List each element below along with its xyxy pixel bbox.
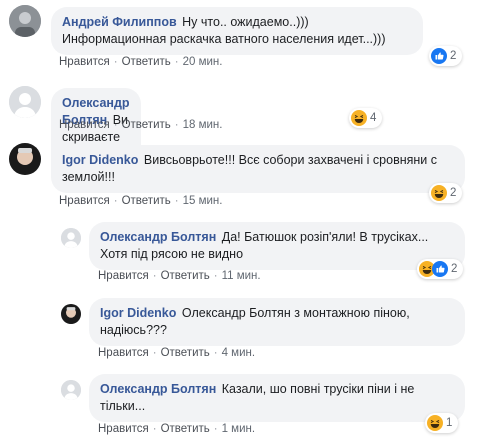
- separator: ·: [152, 347, 157, 359]
- like-link[interactable]: Нравится: [59, 119, 110, 131]
- reply-link[interactable]: Ответить: [122, 119, 171, 131]
- comment-bubble: Андрей Филиппов Ну что.. ожидаемо..))) И…: [51, 7, 423, 55]
- reaction-count: 2: [451, 263, 458, 275]
- haha-icon: [351, 110, 367, 126]
- like-link[interactable]: Нравится: [98, 270, 149, 282]
- comment-bubble: Олександр Болтян Казали, шо повнi трусiк…: [89, 374, 465, 422]
- reaction-count: 2: [450, 50, 457, 62]
- comment-actions: Нравится · Ответить · 15 мин.: [59, 195, 222, 207]
- like-icon: [432, 261, 448, 277]
- comment-actions: Нравится · Ответить · 1 мин.: [98, 423, 255, 435]
- comment-time[interactable]: 20 мин.: [183, 56, 223, 68]
- like-link[interactable]: Нравится: [98, 347, 149, 359]
- reply-link[interactable]: Ответить: [161, 347, 210, 359]
- comment-author[interactable]: Igor Didenko: [100, 306, 176, 320]
- reactions-summary[interactable]: 2: [417, 259, 464, 279]
- haha-icon: [431, 185, 447, 201]
- avatar[interactable]: [9, 5, 41, 37]
- haha-icon: [427, 415, 443, 431]
- separator: ·: [174, 56, 179, 68]
- comment-time[interactable]: 4 мин.: [222, 347, 255, 359]
- separator: ·: [113, 119, 118, 131]
- reply-link[interactable]: Ответить: [161, 270, 210, 282]
- comment-author[interactable]: Андрей Филиппов: [62, 15, 177, 29]
- like-link[interactable]: Нравится: [59, 56, 110, 68]
- avatar[interactable]: [61, 228, 81, 248]
- separator: ·: [213, 347, 218, 359]
- comment-bubble: Igor Didenko Олександр Болтян з монтажно…: [89, 298, 465, 346]
- reaction-count: 1: [446, 417, 453, 429]
- avatar[interactable]: [9, 86, 41, 118]
- avatar[interactable]: [9, 143, 41, 175]
- comment-actions: Нравится · Ответить · 18 мин.: [59, 119, 222, 131]
- like-link[interactable]: Нравится: [59, 195, 110, 207]
- comment-author[interactable]: Олександр Болтян: [100, 382, 216, 396]
- separator: ·: [174, 195, 179, 207]
- comment-actions: Нравится · Ответить · 11 мин.: [98, 270, 261, 282]
- comment-time[interactable]: 1 мин.: [222, 423, 255, 435]
- separator: ·: [152, 270, 157, 282]
- separator: ·: [113, 195, 118, 207]
- separator: ·: [113, 56, 118, 68]
- comment-actions: Нравится · Ответить · 4 мин.: [98, 347, 255, 359]
- comment-time[interactable]: 18 мин.: [183, 119, 223, 131]
- reactions-summary[interactable]: 4: [349, 108, 383, 128]
- separator: ·: [213, 270, 218, 282]
- comment-time[interactable]: 11 мин.: [222, 270, 261, 282]
- avatar[interactable]: [61, 304, 81, 324]
- reply-link[interactable]: Ответить: [122, 195, 171, 207]
- comment-bubble: Олександр Болтян Да! Батюшок розiп'яли! …: [89, 222, 465, 270]
- separator: ·: [174, 119, 179, 131]
- reaction-count: 4: [370, 112, 377, 124]
- separator: ·: [152, 423, 157, 435]
- comment-actions: Нравится · Ответить · 20 мин.: [59, 56, 222, 68]
- comment-author[interactable]: Igor Didenko: [62, 153, 138, 167]
- reactions-summary[interactable]: 2: [429, 183, 463, 203]
- like-icon: [431, 48, 447, 64]
- reply-link[interactable]: Ответить: [122, 56, 171, 68]
- reaction-count: 2: [450, 187, 457, 199]
- comment-time[interactable]: 15 мин.: [183, 195, 223, 207]
- reactions-summary[interactable]: 2: [429, 46, 463, 66]
- avatar[interactable]: [61, 380, 81, 400]
- reactions-summary[interactable]: 1: [425, 413, 459, 433]
- comment-author[interactable]: Олександр Болтян: [100, 230, 216, 244]
- comment-bubble: Igor Didenko Вивсьоврьоте!!! Всє собори …: [51, 145, 465, 193]
- separator: ·: [213, 423, 218, 435]
- reply-link[interactable]: Ответить: [161, 423, 210, 435]
- like-link[interactable]: Нравится: [98, 423, 149, 435]
